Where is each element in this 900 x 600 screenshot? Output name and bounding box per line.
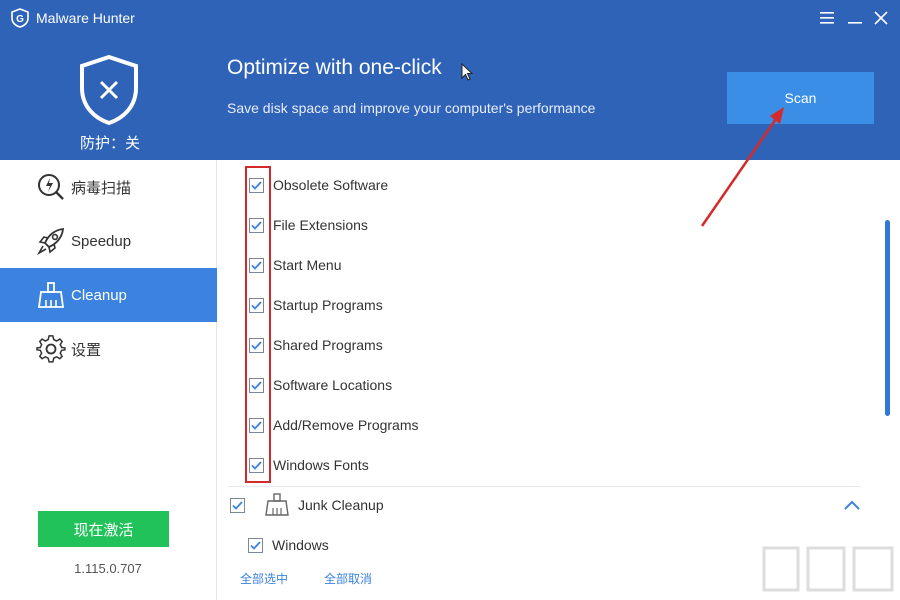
gear-icon: [35, 333, 67, 365]
version-label: 1.115.0.707: [74, 561, 142, 576]
sidebar-item-label: Cleanup: [71, 286, 127, 304]
app-title: Malware Hunter: [36, 10, 135, 26]
shield-off-icon: [80, 54, 138, 126]
sidebar-item-label: Speedup: [71, 232, 132, 250]
registry-item[interactable]: Windows Fonts: [249, 453, 369, 477]
item-label: Shared Programs: [273, 337, 383, 353]
sidebar-item-settings[interactable]: 设置: [0, 322, 217, 376]
sidebar-item-virus-scan[interactable]: 病毒扫描: [0, 160, 217, 214]
checkmark-icon: [251, 180, 262, 190]
page-headline: Optimize with one-click: [227, 56, 442, 79]
watermark-logo: [762, 546, 894, 592]
section-divider: [228, 486, 861, 487]
virus-scan-icon: [35, 171, 67, 203]
item-checkbox[interactable]: [249, 337, 264, 353]
junk-cleanup-label: Junk Cleanup: [298, 497, 384, 513]
hamburger-icon: [820, 12, 834, 24]
page-subline: Save disk space and improve your compute…: [227, 100, 596, 116]
checkmark-icon: [251, 220, 262, 230]
item-label: Startup Programs: [273, 297, 383, 313]
sidebar-item-speedup[interactable]: Speedup: [0, 214, 217, 268]
checkmark-icon: [232, 500, 243, 510]
checkmark-icon: [251, 420, 262, 430]
sidebar-item-cleanup[interactable]: Cleanup: [0, 268, 217, 322]
scan-button[interactable]: Scan: [727, 72, 874, 124]
junk-cleanup-checkbox[interactable]: [230, 497, 245, 513]
item-checkbox[interactable]: [249, 257, 264, 273]
item-label: Windows: [272, 537, 329, 553]
header-banner: G Malware Hunter 防护：关 Optimize with one-…: [0, 0, 900, 160]
registry-item[interactable]: Obsolete Software: [249, 173, 388, 197]
checkmark-icon: [251, 260, 262, 270]
registry-item[interactable]: Start Menu: [249, 253, 341, 277]
registry-item[interactable]: File Extensions: [249, 213, 368, 237]
checkmark-icon: [251, 460, 262, 470]
item-checkbox[interactable]: [248, 537, 263, 553]
minimize-button[interactable]: [843, 6, 867, 30]
scrollbar-thumb[interactable]: [885, 220, 890, 416]
protection-status: 防护：关: [79, 135, 140, 152]
registry-item[interactable]: Startup Programs: [249, 293, 383, 317]
registry-item[interactable]: Shared Programs: [249, 333, 383, 357]
checkmark-icon: [251, 340, 262, 350]
close-button[interactable]: [869, 6, 893, 30]
sidebar-item-label: 病毒扫描: [71, 179, 132, 197]
rocket-icon: [35, 225, 67, 257]
chevron-up-icon[interactable]: [842, 497, 862, 513]
item-label: Obsolete Software: [273, 177, 389, 193]
registry-item[interactable]: Software Locations: [249, 373, 392, 397]
registry-item[interactable]: Add/Remove Programs: [249, 413, 419, 437]
minimize-icon: [848, 22, 862, 24]
broom-icon: [265, 493, 289, 516]
junk-cleanup-section[interactable]: Junk Cleanup: [230, 492, 384, 518]
item-checkbox[interactable]: [249, 377, 264, 393]
title-bar: G Malware Hunter: [0, 0, 900, 36]
item-checkbox[interactable]: [249, 177, 264, 193]
item-checkbox[interactable]: [249, 457, 264, 473]
select-all-link[interactable]: 全部选中: [240, 570, 288, 587]
menu-button[interactable]: [815, 6, 839, 30]
item-checkbox[interactable]: [249, 217, 264, 233]
item-label: File Extensions: [273, 217, 368, 233]
deselect-all-link[interactable]: 全部取消: [324, 570, 372, 587]
svg-text:G: G: [16, 14, 24, 25]
item-label: Start Menu: [273, 257, 342, 273]
junk-item-windows[interactable]: Windows: [248, 533, 329, 557]
broom-icon: [35, 279, 67, 311]
checkmark-icon: [251, 300, 262, 310]
sidebar: 病毒扫描 Speedup Cleanup 设置 现在激活 1.115.0.707: [0, 160, 217, 600]
item-label: Windows Fonts: [273, 457, 369, 473]
item-checkbox[interactable]: [249, 297, 264, 313]
checkmark-icon: [250, 540, 261, 550]
sidebar-item-label: 设置: [71, 341, 102, 359]
mouse-cursor-icon: [461, 63, 473, 81]
activate-now-button[interactable]: 现在激活: [38, 511, 169, 547]
item-label: Add/Remove Programs: [273, 417, 419, 433]
item-checkbox[interactable]: [249, 417, 264, 433]
app-logo-icon: G: [11, 8, 29, 28]
item-label: Software Locations: [273, 377, 393, 393]
checkmark-icon: [251, 380, 262, 390]
close-icon: [874, 11, 888, 25]
